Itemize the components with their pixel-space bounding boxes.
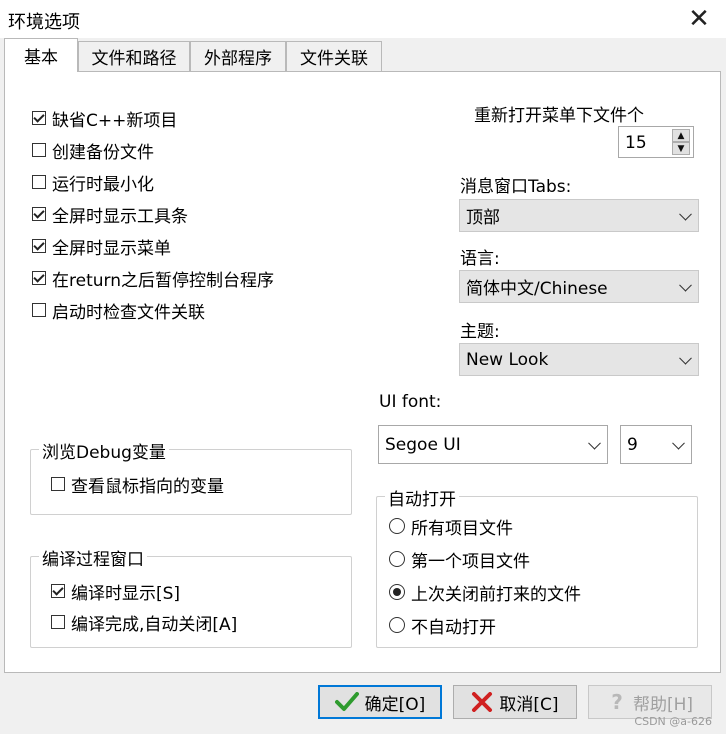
radio-last-opened-files[interactable]: 上次关闭前打来的文件: [389, 580, 581, 605]
options-list: 缺省C++新项目 创建备份文件 运行时最小化 全屏时显示工具条 全屏时显示菜单 …: [32, 102, 274, 326]
checkbox[interactable]: [32, 143, 46, 157]
radio-button[interactable]: [389, 518, 405, 534]
radio-button[interactable]: [389, 551, 405, 567]
option-show-on-compile[interactable]: 编译时显示[S]: [51, 579, 180, 604]
ui-font-size-select[interactable]: 9: [620, 425, 692, 464]
chevron-down-icon: [679, 207, 692, 221]
close-icon[interactable]: ✕: [682, 2, 716, 36]
message-tabs-value: 顶部: [466, 208, 500, 228]
auto-open-group: 自动打开 所有项目文件 第一个项目文件 上次关闭前打来的文件 不自动打开: [376, 485, 698, 648]
cancel-button[interactable]: 取消[C]: [453, 685, 577, 719]
radio-button[interactable]: [389, 617, 405, 633]
cancel-label: 取消[C]: [499, 694, 559, 715]
option-auto-close[interactable]: 编译完成,自动关闭[A]: [51, 610, 237, 635]
window-title: 环境选项: [8, 12, 80, 33]
message-tabs-label: 消息窗口Tabs:: [460, 177, 572, 197]
option-fullscreen-menu[interactable]: 全屏时显示菜单: [32, 230, 274, 262]
debug-group-title: 浏览Debug变量: [39, 438, 169, 463]
radio-no-auto-open[interactable]: 不自动打开: [389, 613, 496, 638]
checkbox[interactable]: [32, 303, 46, 317]
option-minimize-on-run[interactable]: 运行时最小化: [32, 166, 274, 198]
checkbox[interactable]: [32, 271, 46, 285]
theme-value: New Look: [466, 349, 549, 370]
help-question-icon: ?: [611, 691, 623, 713]
checkbox[interactable]: [32, 111, 46, 125]
ui-font-family-value: Segoe UI: [385, 434, 461, 455]
tab-basic[interactable]: 基本: [4, 38, 78, 72]
option-default-cpp[interactable]: 缺省C++新项目: [32, 102, 274, 134]
chevron-down-icon: [588, 436, 601, 450]
reopen-count-value: 15: [625, 133, 647, 153]
help-button[interactable]: ? 帮助[H]: [588, 685, 712, 719]
option-create-backup[interactable]: 创建备份文件: [32, 134, 274, 166]
chevron-down-icon: [679, 351, 692, 365]
radio-first-project-file[interactable]: 第一个项目文件: [389, 547, 530, 572]
checkbox[interactable]: [51, 584, 65, 598]
radio-all-project-files[interactable]: 所有项目文件: [389, 514, 513, 539]
title-bar: [0, 0, 726, 38]
chevron-down-icon: [672, 436, 685, 450]
auto-open-group-title: 自动打开: [385, 485, 459, 510]
spin-up-icon[interactable]: ▲: [672, 129, 690, 142]
reopen-label: 重新打开菜单下文件个: [474, 106, 644, 126]
help-label: 帮助[H]: [632, 694, 694, 715]
language-select[interactable]: 简体中文/Chinese: [459, 270, 699, 303]
compile-group: 编译过程窗口 编译时显示[S] 编译完成,自动关闭[A]: [30, 545, 352, 648]
theme-select[interactable]: New Look: [459, 343, 699, 376]
option-pause-console[interactable]: 在return之后暂停控制台程序: [32, 262, 274, 294]
language-label: 语言:: [460, 249, 500, 269]
spin-down-icon[interactable]: ▼: [672, 142, 690, 155]
option-hover-variable[interactable]: 查看鼠标指向的变量: [51, 472, 224, 497]
ui-font-family-select[interactable]: Segoe UI: [378, 425, 608, 464]
tab-file-associations[interactable]: 文件关联: [286, 41, 382, 71]
message-tabs-select[interactable]: 顶部: [459, 199, 699, 232]
option-fullscreen-toolbar[interactable]: 全屏时显示工具条: [32, 198, 274, 230]
debug-group: 浏览Debug变量 查看鼠标指向的变量: [30, 438, 352, 515]
checkbox[interactable]: [32, 239, 46, 253]
checkmark-icon: [334, 692, 359, 711]
radio-button[interactable]: [389, 584, 405, 600]
checkbox[interactable]: [51, 615, 65, 629]
compile-group-title: 编译过程窗口: [39, 545, 147, 570]
checkbox[interactable]: [51, 477, 65, 491]
tab-external-programs[interactable]: 外部程序: [190, 41, 286, 71]
language-value: 简体中文/Chinese: [466, 279, 608, 299]
checkbox[interactable]: [32, 207, 46, 221]
ok-label: 确定[O]: [364, 694, 426, 715]
ui-font-label: UI font:: [379, 392, 442, 412]
ok-button[interactable]: 确定[O]: [318, 685, 442, 719]
chevron-down-icon: [679, 278, 692, 292]
svg-text:?: ?: [611, 691, 623, 713]
option-check-associations[interactable]: 启动时检查文件关联: [32, 294, 274, 326]
cancel-x-icon: [472, 692, 493, 712]
tab-files-paths[interactable]: 文件和路径: [78, 41, 190, 71]
checkbox[interactable]: [32, 175, 46, 189]
theme-label: 主题:: [460, 322, 500, 342]
reopen-count-stepper[interactable]: 15 ▲ ▼: [618, 126, 694, 158]
ui-font-size-value: 9: [627, 434, 638, 455]
watermark: CSDN @a-626: [634, 715, 712, 728]
